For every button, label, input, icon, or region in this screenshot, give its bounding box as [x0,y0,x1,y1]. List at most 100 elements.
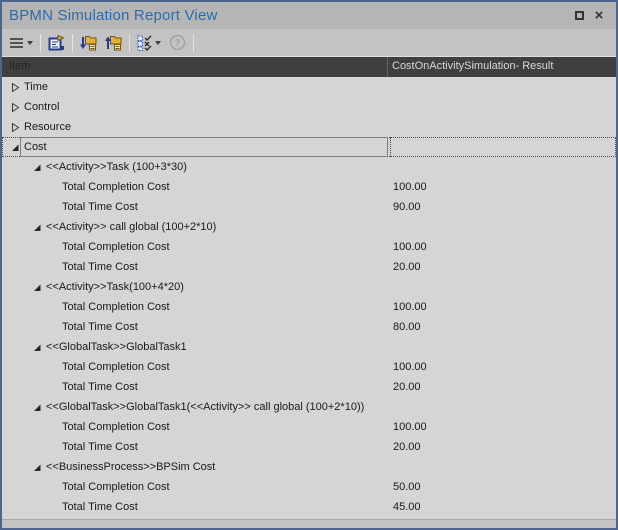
tree-expanded-arrow-icon[interactable] [9,141,21,153]
row-label: Total Time Cost [62,381,138,393]
checklist-icon [137,35,152,51]
row-label: Total Completion Cost [62,301,170,313]
table-row[interactable]: <<Activity>>Task(100+4*20) [2,277,616,297]
tree-collapsed-arrow-icon[interactable] [9,81,21,93]
row-label: Control [24,101,59,113]
folder-up-arrow-icon [105,35,122,51]
arrow-spacer [47,501,59,513]
table-row[interactable]: Total Time Cost20.00 [2,437,616,457]
row-label: Total Completion Cost [62,361,170,373]
row-label: Time [24,81,48,93]
close-button[interactable]: × [589,6,609,26]
toolbar-separator [193,34,194,52]
maximize-icon [575,11,584,20]
table-row[interactable]: Total Time Cost 90.00 [2,197,616,217]
row-label: Total Time Cost [62,201,138,213]
arrow-spacer [47,481,59,493]
caret-down-icon [27,41,33,45]
tree-collapsed-arrow-icon[interactable] [9,121,21,133]
table-row[interactable]: <<GlobalTask>>GlobalTask1 [2,337,616,357]
menu-button[interactable] [5,32,37,54]
tree-expanded-arrow-icon[interactable] [31,461,43,473]
arrow-spacer [47,241,59,253]
table-row[interactable]: Cost [2,137,616,157]
table-row[interactable]: Total Completion Cost 100.00 [2,297,616,317]
row-label: Total Completion Cost [62,421,170,433]
row-label: Total Completion Cost [62,241,170,253]
row-result-value: 20.00 [393,377,421,397]
row-result-value: 20.00 [393,257,421,277]
column-header-result[interactable]: CostOnActivitySimulation- Result [388,57,616,77]
folder-down-arrow-icon [80,35,97,51]
table-row[interactable]: Total Completion Cost 100.00 [2,417,616,437]
row-label: Total Completion Cost [62,481,170,493]
table-row[interactable]: Total Time Cost 20.00 [2,377,616,397]
table-row[interactable]: Resource [2,117,616,137]
row-label: Cost [24,141,47,153]
row-label: <<Activity>>Task(100+4*20) [46,281,184,293]
row-result-value: 100.00 [393,297,427,317]
row-result-value: 100.00 [393,237,427,257]
row-label: <<GlobalTask>>GlobalTask1(<<Activity>> c… [46,401,364,413]
row-result-value: 45.00 [393,497,421,517]
report-icon [48,35,65,51]
open-simulation-report-button[interactable] [44,32,69,54]
arrow-spacer [47,301,59,313]
filter-options-button[interactable] [133,32,165,54]
tree-collapsed-arrow-icon[interactable] [9,101,21,113]
row-result-value: 100.00 [393,357,427,377]
arrow-spacer [47,181,59,193]
row-label: Total Time Cost [62,501,138,513]
table-row[interactable]: Total Time Cost80.00 [2,317,616,337]
table-row[interactable]: Total Time Cost 20.00 [2,257,616,277]
column-header: Item CostOnActivitySimulation- Result [2,57,616,77]
expand-all-button[interactable] [76,32,101,54]
row-result-value: 80.00 [393,317,421,337]
row-label: Total Completion Cost [62,181,170,193]
tree-expanded-arrow-icon[interactable] [31,401,43,413]
table-row[interactable]: <<Activity>> call global (100+2*10) [2,217,616,237]
help-button[interactable]: ? [165,32,190,54]
tree-expanded-arrow-icon[interactable] [31,161,43,173]
window-title: BPMN Simulation Report View [9,7,569,24]
column-header-item[interactable]: Item [2,57,388,77]
arrow-spacer [47,201,59,213]
table-row[interactable]: Total Completion Cost100.00 [2,177,616,197]
report-rows: Time Control Resource Cost <<Activity>>Task … [2,77,616,519]
arrow-spacer [47,321,59,333]
collapse-all-button[interactable] [101,32,126,54]
toolbar-separator [72,34,73,52]
toolbar: ? [2,29,616,57]
row-label: <<BusinessProcess>>BPSim Cost [46,461,215,473]
tree-expanded-arrow-icon[interactable] [31,281,43,293]
table-row[interactable]: <<BusinessProcess>>BPSim Cost [2,457,616,477]
arrow-spacer [47,261,59,273]
toolbar-separator [129,34,130,52]
close-icon: × [595,8,604,23]
table-row[interactable]: Total Completion Cost 100.00 [2,357,616,377]
table-row[interactable]: Total Time Cost 45.00 [2,497,616,517]
tree-expanded-arrow-icon[interactable] [31,341,43,353]
row-label: Resource [24,121,71,133]
row-result-value: 100.00 [393,417,427,437]
help-icon: ? [169,34,186,51]
table-row[interactable]: <<Activity>>Task (100+3*30) [2,157,616,177]
table-row[interactable]: Control [2,97,616,117]
bottom-strip [2,519,616,528]
row-result-value: 90.00 [393,197,421,217]
table-row[interactable]: <<GlobalTask>>GlobalTask1(<<Activity>> c… [2,397,616,417]
caret-down-icon [155,41,161,45]
selected-column-divider [390,137,391,157]
maximize-button[interactable] [569,6,589,26]
toolbar-separator [40,34,41,52]
table-row[interactable]: Total Completion Cost 50.00 [2,477,616,497]
table-row[interactable]: Time [2,77,616,97]
row-label: Total Time Cost [62,261,138,273]
selected-cell-box [20,137,388,157]
table-row[interactable]: Total Completion Cost 100.00 [2,237,616,257]
row-label: <<GlobalTask>>GlobalTask1 [46,341,187,353]
row-result-value: 50.00 [393,477,421,497]
svg-text:?: ? [174,38,180,49]
tree-expanded-arrow-icon[interactable] [31,221,43,233]
arrow-spacer [47,441,59,453]
